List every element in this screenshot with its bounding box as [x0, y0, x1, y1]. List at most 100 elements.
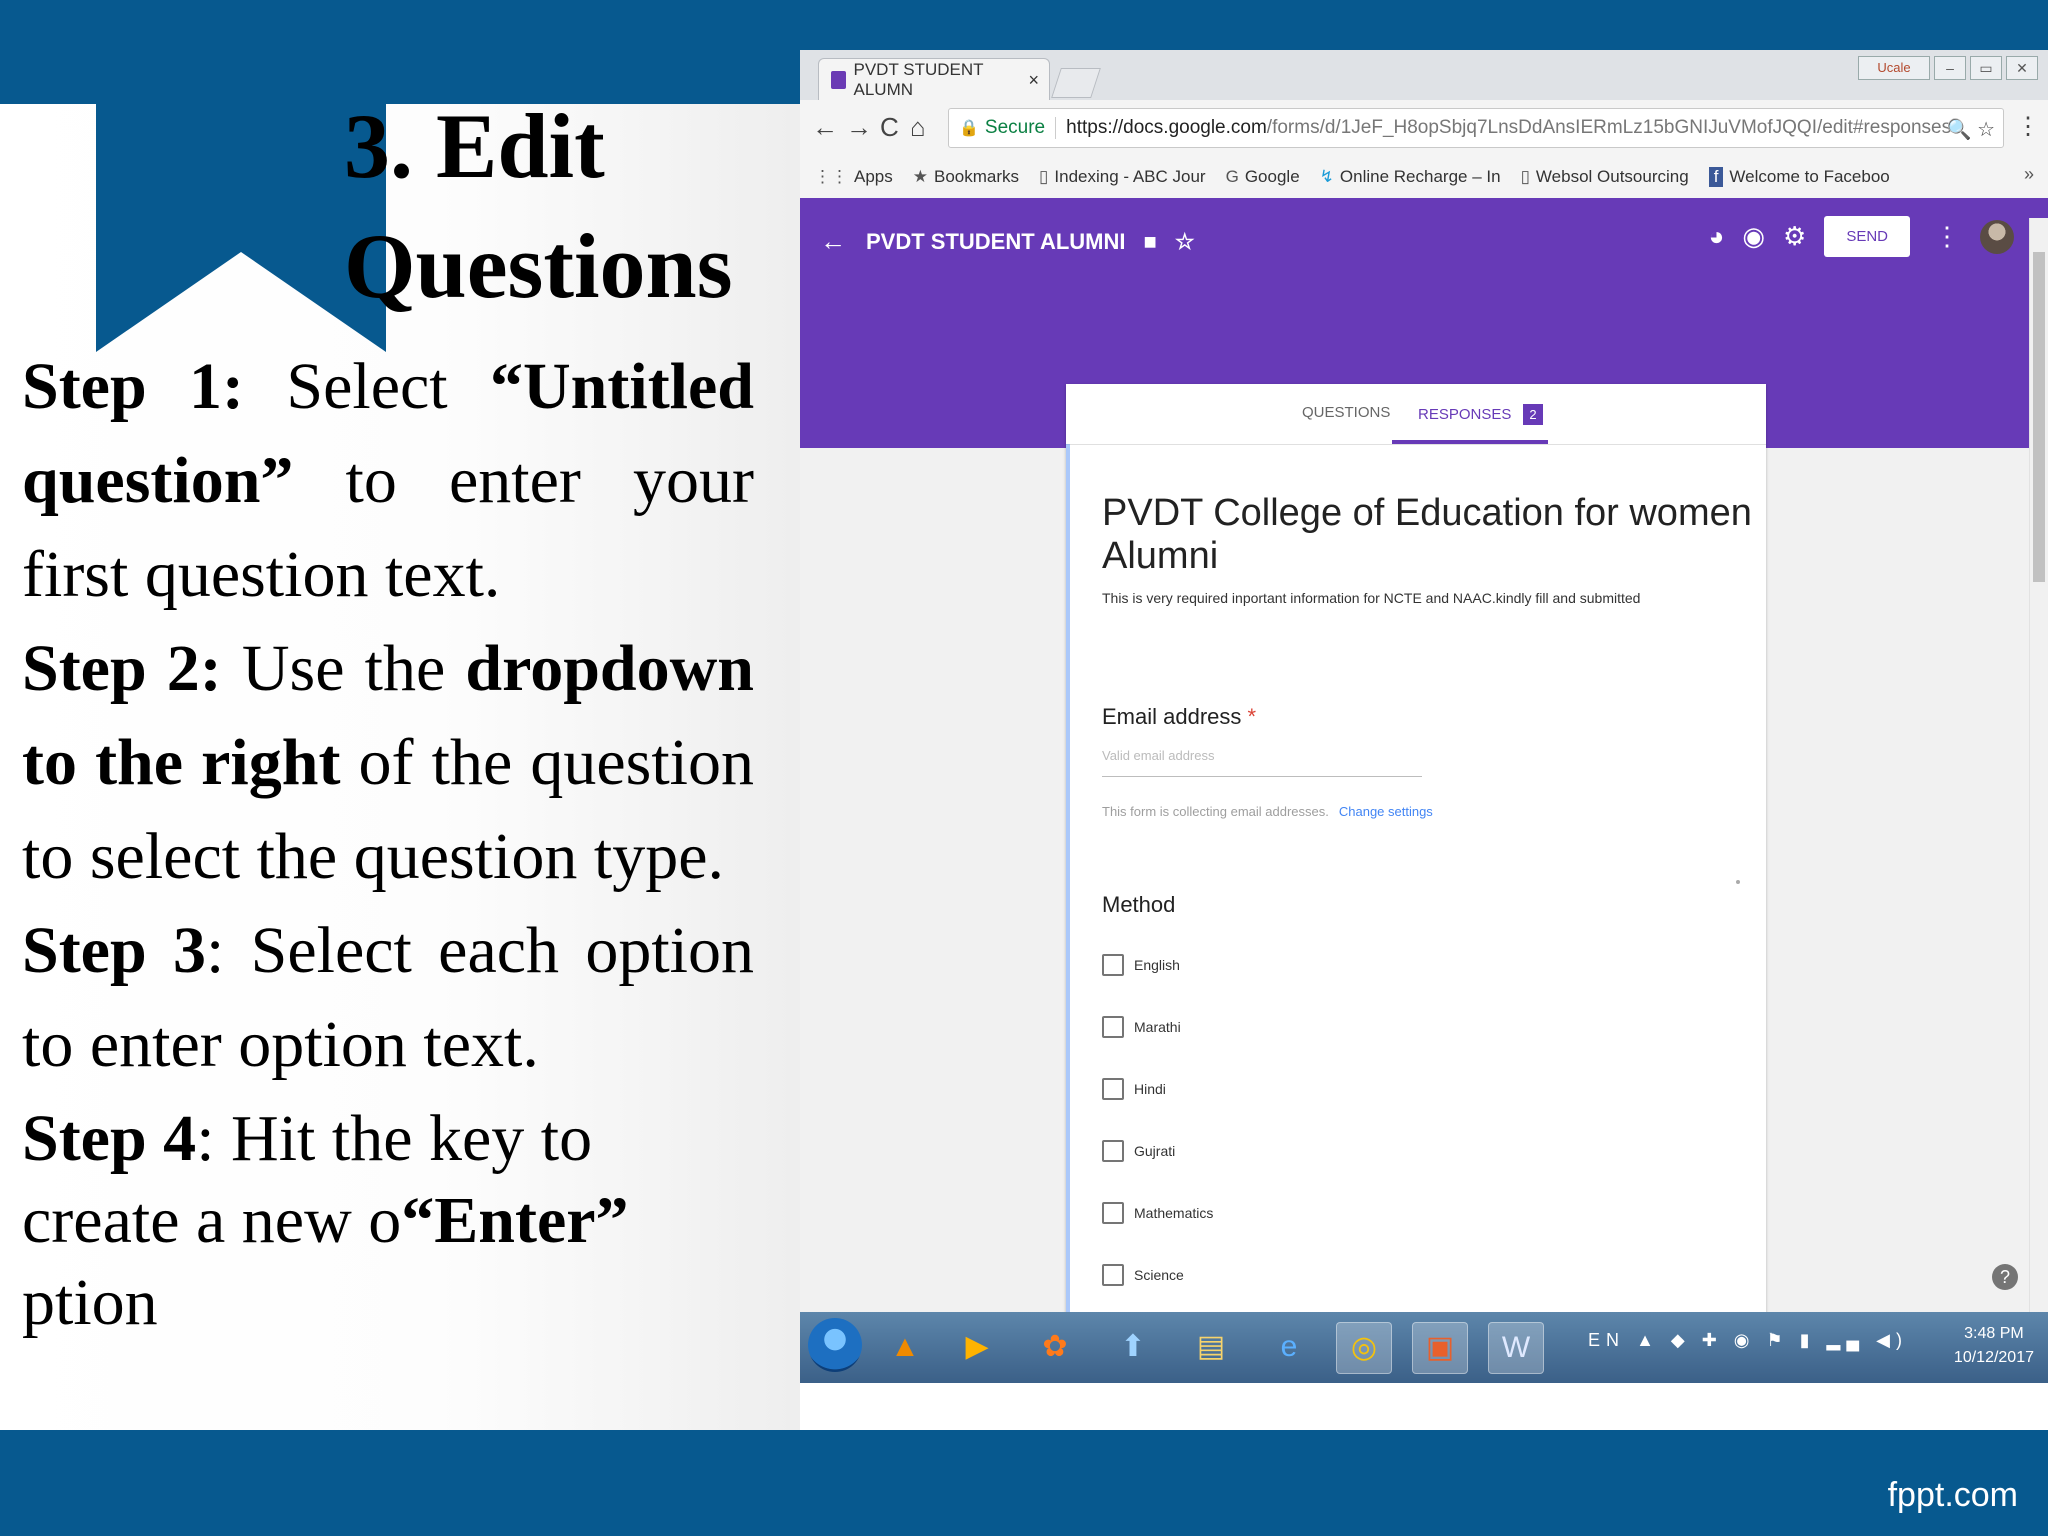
more-options-icon[interactable]: ⋮	[1934, 221, 1960, 252]
slide-title-line-2: Questions	[344, 215, 733, 317]
checkbox[interactable]	[1102, 954, 1124, 976]
checkbox-option[interactable]: Hindi	[1102, 1078, 1166, 1100]
chrome-icon[interactable]: ◎	[1336, 1322, 1392, 1374]
checkbox[interactable]	[1102, 1140, 1124, 1162]
reload-icon[interactable]: C	[880, 112, 899, 143]
ucale-indicator[interactable]: Ucale	[1858, 56, 1930, 80]
tab-responses-label: RESPONSES	[1418, 406, 1512, 423]
zoom-and-star-icons[interactable]: 🔍 ☆	[1947, 117, 1995, 142]
maximize-button[interactable]: ▭	[1970, 56, 2002, 80]
facebook-icon: f	[1708, 167, 1724, 187]
folder-icon[interactable]: ■	[1144, 229, 1157, 255]
system-tray-icons[interactable]: EN ▲ ◆ ✚ ◉ ⚑ ▮ ▂▄ ◀)	[1588, 1330, 1908, 1351]
option-label: English	[1134, 957, 1180, 973]
step-2-label: Step 2:	[22, 632, 222, 705]
scrollbar-thumb[interactable]	[2033, 252, 2045, 582]
option-label: Mathematics	[1134, 1205, 1214, 1221]
checkbox-option[interactable]: Science	[1102, 1264, 1184, 1286]
star-icon: ★	[912, 167, 928, 186]
bookmark-4[interactable]: ↯ Online Recharge – In	[1320, 167, 1501, 187]
internet-explorer-icon[interactable]: e	[1262, 1322, 1316, 1372]
star-icon[interactable]: ☆	[1175, 229, 1195, 255]
bookmark-label: Google	[1244, 167, 1300, 186]
question-title[interactable]: Method	[1102, 892, 1175, 918]
page-scrollbar[interactable]	[2029, 218, 2048, 1366]
clock-date: 10/12/2017	[1953, 1349, 2034, 1366]
clock[interactable]: 3:48 PM 10/12/2017	[1954, 1322, 2034, 1370]
back-arrow-icon[interactable]: ←	[812, 112, 838, 143]
google-icon: G	[1225, 167, 1239, 186]
bookmarks-more-icon[interactable]: »	[2024, 164, 2034, 185]
secure-label: Secure	[984, 117, 1046, 138]
step-4-bold: “Enter”	[401, 1184, 629, 1257]
forms-back-icon[interactable]: ←	[820, 226, 846, 257]
checkbox[interactable]	[1102, 1202, 1124, 1224]
forward-arrow-icon[interactable]: →	[846, 112, 872, 143]
checkbox-option[interactable]: Gujrati	[1102, 1140, 1175, 1162]
app-icon[interactable]: ✿	[1028, 1322, 1082, 1372]
start-button[interactable]	[808, 1318, 862, 1372]
bookmark-label: Apps	[854, 167, 893, 186]
url-omnibox[interactable]: 🔒 Secure https://docs.google.com/forms/d…	[948, 108, 2004, 148]
step-1-text-a: Select	[244, 350, 491, 423]
step-2: Step 2: Use the dropdown to the right of…	[22, 622, 754, 904]
form-description[interactable]: This is very required inportant informat…	[1102, 590, 1640, 606]
user-avatar[interactable]	[1980, 219, 2014, 254]
tab-close-icon[interactable]: ×	[1028, 70, 1039, 91]
close-window-button[interactable]: ✕	[2006, 56, 2038, 80]
checkbox[interactable]	[1102, 1078, 1124, 1100]
bookmark-6[interactable]: f Welcome to Faceboo	[1708, 167, 1890, 187]
page-icon: ▯	[1039, 167, 1049, 186]
email-input[interactable]: Valid email address	[1102, 748, 1422, 777]
option-label: Science	[1134, 1267, 1184, 1283]
forms-actions: ◕ ◉ ⚙ SEND ⋮	[1709, 216, 2014, 257]
bookmark-1[interactable]: ★ Bookmarks	[913, 167, 1019, 187]
folder-icon[interactable]: ▤	[1184, 1322, 1238, 1372]
media-player-icon[interactable]: ▶	[950, 1322, 1004, 1372]
checkbox-option[interactable]: Mathematics	[1102, 1202, 1213, 1224]
change-settings-link[interactable]: Change settings	[1339, 804, 1433, 819]
bookmark-label: Indexing - ABC Jour	[1054, 167, 1206, 186]
bookmark-3[interactable]: G Google	[1226, 167, 1300, 187]
checkbox-option[interactable]: Marathi	[1102, 1016, 1181, 1038]
preview-eye-icon[interactable]: ◉	[1742, 221, 1765, 252]
bookmark-2[interactable]: ▯ Indexing - ABC Jour	[1039, 167, 1206, 187]
slide-title-line-1: 3. Edit	[344, 95, 605, 197]
language-indicator[interactable]: EN	[1588, 1330, 1625, 1350]
browser-screenshot: PVDT STUDENT ALUMN × Ucale – ▭ ✕ ← → C ⌂…	[800, 50, 2048, 1383]
omnibox-separator	[1055, 117, 1057, 139]
windows-taskbar: ▲ ▶ ✿ ⬆ ▤ e ◎ ▣ W EN ▲ ◆ ✚ ◉ ⚑ ▮ ▂▄ ◀) 3…	[800, 1312, 2048, 1383]
vlc-icon[interactable]: ▲	[878, 1322, 932, 1372]
drag-handle-dot[interactable]	[1736, 880, 1740, 884]
active-tab-indicator	[1392, 440, 1548, 444]
bookmark-label: Bookmarks	[934, 167, 1020, 186]
checkbox[interactable]	[1102, 1016, 1124, 1038]
checkbox-option[interactable]: English	[1102, 954, 1180, 976]
tab-responses[interactable]: RESPONSES 2	[1418, 404, 1543, 425]
help-icon[interactable]: ?	[1992, 1264, 2018, 1290]
browser-menu-icon[interactable]: ⋮	[2016, 112, 2040, 141]
step-1: Step 1: Select “Untitled question” to en…	[22, 340, 754, 622]
upload-icon[interactable]: ⬆	[1106, 1322, 1160, 1372]
step-4: Step 4: Hit the key to create a new o“En…	[22, 1098, 754, 1344]
steps-list: Step 1: Select “Untitled question” to en…	[22, 340, 754, 1344]
bookmark-label: Welcome to Faceboo	[1729, 167, 1890, 186]
browser-tab[interactable]: PVDT STUDENT ALUMN ×	[818, 58, 1050, 101]
step-4-text-b: ption	[22, 1266, 158, 1339]
home-icon[interactable]: ⌂	[910, 112, 926, 143]
checkbox[interactable]	[1102, 1264, 1124, 1286]
word-icon[interactable]: W	[1488, 1322, 1544, 1374]
step-4-label: Step 4	[22, 1102, 197, 1175]
send-button[interactable]: SEND	[1824, 216, 1910, 257]
settings-gear-icon[interactable]: ⚙	[1783, 221, 1806, 252]
required-mark: *	[1247, 704, 1257, 729]
forms-title-row: ← PVDT STUDENT ALUMNI ■ ☆	[820, 226, 1195, 257]
minimize-button[interactable]: –	[1934, 56, 1966, 80]
tab-questions[interactable]: QUESTIONS	[1302, 404, 1390, 421]
bookmark-5[interactable]: ▯ Websol Outsourcing	[1521, 167, 1689, 187]
bookmark-0[interactable]: ⋮⋮ Apps	[814, 167, 893, 187]
palette-icon[interactable]: ◕	[1709, 221, 1725, 252]
powerpoint-icon[interactable]: ▣	[1412, 1322, 1468, 1374]
new-tab-button[interactable]	[1051, 68, 1101, 98]
form-title[interactable]: PVDT College of Education for women Alum…	[1102, 492, 1766, 578]
